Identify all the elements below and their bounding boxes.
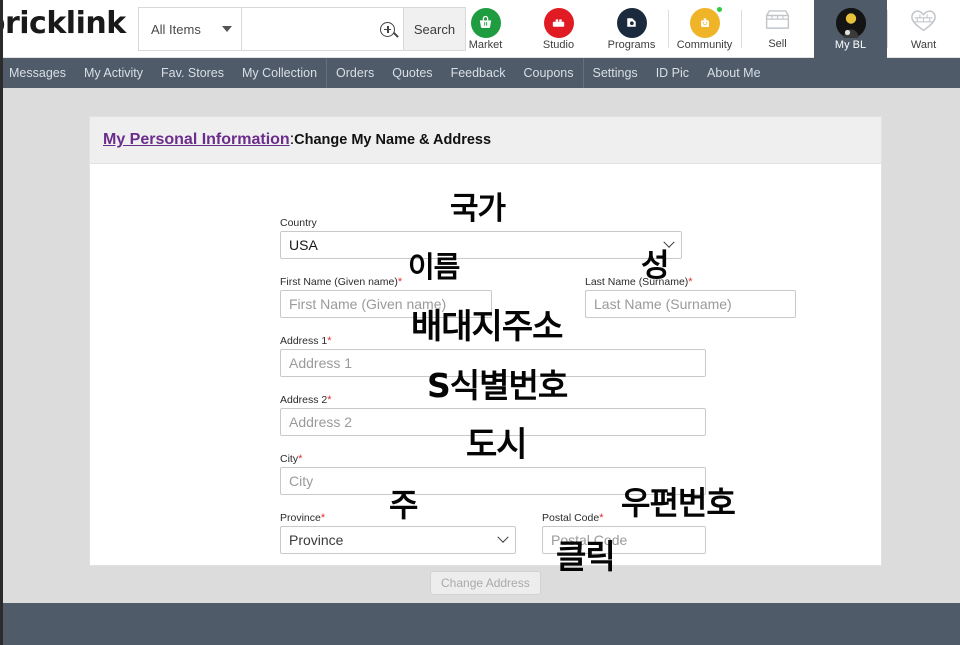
subnav-group-mid: Orders Quotes Feedback Coupons — [327, 58, 582, 88]
chevron-down-icon — [497, 531, 509, 543]
field-first-name-label-text: First Name (Given name) — [280, 276, 398, 288]
chevron-down-icon — [222, 26, 232, 32]
subnav-item-coupons[interactable]: Coupons — [514, 58, 582, 88]
nav-item-label: Community — [676, 38, 733, 51]
required-asterisk: * — [320, 512, 326, 524]
nav-item-studio[interactable]: Studio — [522, 0, 595, 58]
required-asterisk: * — [327, 335, 332, 347]
footer-band — [0, 603, 960, 645]
my-bl-avatar-icon — [835, 7, 866, 38]
nav-item-market[interactable]: Market — [449, 0, 522, 58]
market-basket-icon — [470, 7, 501, 38]
field-last-name: Last Name (Surname)* Last Name (Surname) — [585, 276, 796, 318]
studio-brick-icon — [543, 7, 574, 38]
secondary-nav-bar: Messages My Activity Fav. Stores My Coll… — [0, 58, 960, 88]
chevron-down-icon — [663, 236, 675, 248]
content-panel: My Personal Information: Change My Name … — [89, 116, 882, 595]
nav-item-sell[interactable]: Sell — [741, 0, 814, 58]
field-first-name: First Name (Given name)* First Name (Giv… — [280, 276, 492, 318]
subnav-item-quotes[interactable]: Quotes — [383, 58, 441, 88]
field-address2-label-text: Address 2 — [280, 394, 328, 406]
community-notification-badge — [715, 5, 723, 13]
nav-item-want[interactable]: Want — [887, 0, 960, 58]
panel-header: My Personal Information: Change My Name … — [90, 117, 881, 164]
country-select[interactable]: USA — [280, 231, 682, 259]
search-input[interactable] — [242, 7, 404, 51]
nav-item-label: Want — [910, 38, 937, 51]
address-form: Country USA First Name (Given name)* Fir… — [90, 164, 881, 595]
subnav-item-id-pic[interactable]: ID Pic — [647, 58, 698, 88]
screenshot-root: bricklink All Items Search — [0, 0, 960, 645]
field-province: Province* Province — [280, 512, 516, 554]
subnav-item-settings[interactable]: Settings — [584, 58, 647, 88]
required-asterisk: * — [599, 512, 604, 524]
subnav-item-fav-stores[interactable]: Fav. Stores — [152, 58, 233, 88]
required-asterisk: * — [327, 394, 332, 406]
field-submit: Change Address — [430, 571, 541, 595]
last-name-input[interactable]: Last Name (Surname) — [585, 290, 796, 318]
field-province-label-text: Province — [280, 512, 321, 524]
nav-item-label: Market — [468, 38, 503, 51]
community-minifig-icon — [689, 5, 723, 38]
first-name-input[interactable]: First Name (Given name) — [280, 290, 492, 318]
field-province-label: Province* — [280, 512, 516, 524]
left-edge-border — [0, 0, 3, 645]
field-country: Country USA — [280, 217, 682, 259]
province-select[interactable]: Province — [280, 526, 516, 554]
bricklink-logo[interactable]: bricklink — [0, 6, 126, 41]
breadcrumb-link-my-personal-information[interactable]: My Personal Information — [103, 131, 290, 149]
field-address1-label: Address 1* — [280, 335, 706, 347]
nav-item-label: Programs — [607, 38, 656, 51]
want-heart-brick-icon — [909, 8, 938, 38]
required-asterisk: * — [688, 276, 693, 288]
search-magnifier-icon — [380, 21, 395, 37]
category-select-value: All Items — [151, 21, 201, 37]
category-select[interactable]: All Items — [138, 7, 242, 51]
field-last-name-label-text: Last Name (Surname) — [585, 276, 689, 288]
nav-item-label: Studio — [542, 38, 575, 51]
field-last-name-label: Last Name (Surname)* — [585, 276, 796, 288]
field-address1: Address 1* Address 1 — [280, 335, 706, 377]
nav-item-my-bl[interactable]: My BL — [814, 0, 887, 58]
change-address-button[interactable]: Change Address — [430, 571, 541, 595]
required-asterisk: * — [397, 276, 403, 288]
primary-nav: Market Studio Programs Community Sell My… — [449, 0, 960, 58]
nav-item-community[interactable]: Community — [668, 0, 741, 58]
field-postal-code: Postal Code* Postal Code — [542, 512, 706, 554]
province-select-value: Province — [289, 532, 344, 548]
sell-store-icon — [763, 8, 792, 37]
top-header-bar: bricklink All Items Search — [0, 0, 960, 58]
field-city: City* City — [280, 453, 706, 495]
country-select-value: USA — [289, 237, 318, 253]
subnav-item-orders[interactable]: Orders — [327, 58, 383, 88]
subnav-group-right: Settings ID Pic About Me — [584, 58, 770, 88]
programs-bag-icon — [616, 7, 647, 38]
required-asterisk: * — [298, 453, 303, 465]
field-address2: Address 2* Address 2 — [280, 394, 706, 436]
subnav-item-my-activity[interactable]: My Activity — [75, 58, 152, 88]
postal-code-input[interactable]: Postal Code — [542, 526, 706, 554]
nav-item-label: Sell — [768, 38, 787, 50]
subnav-group-left: Messages My Activity Fav. Stores My Coll… — [0, 58, 326, 88]
address2-input[interactable]: Address 2 — [280, 408, 706, 436]
subnav-item-my-collection[interactable]: My Collection — [233, 58, 326, 88]
field-city-label-text: City — [280, 453, 299, 465]
field-postal-code-label: Postal Code* — [542, 512, 706, 524]
nav-item-label: My BL — [834, 38, 867, 51]
search-group: All Items Search — [138, 7, 466, 51]
field-city-label: City* — [280, 453, 706, 465]
field-country-label: Country — [280, 217, 317, 229]
field-first-name-label: First Name (Given name)* — [280, 276, 492, 288]
page-title: Change My Name & Address — [294, 132, 492, 148]
field-address2-label: Address 2* — [280, 394, 706, 406]
nav-item-programs[interactable]: Programs — [595, 0, 668, 58]
subnav-item-messages[interactable]: Messages — [0, 58, 75, 88]
address1-input[interactable]: Address 1 — [280, 349, 706, 377]
subnav-item-feedback[interactable]: Feedback — [442, 58, 515, 88]
subnav-item-about-me[interactable]: About Me — [698, 58, 770, 88]
city-input[interactable]: City — [280, 467, 706, 495]
field-postal-code-label-text: Postal Code — [542, 512, 600, 524]
field-address1-label-text: Address 1 — [280, 335, 328, 347]
